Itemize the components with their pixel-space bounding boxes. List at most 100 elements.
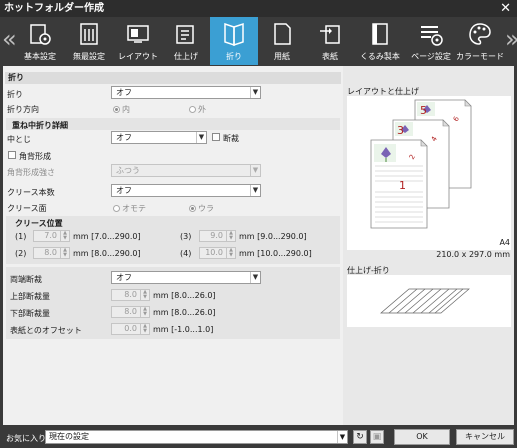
spinner-arrows-icon: ▲ ▼ [140, 324, 149, 334]
perfect-bind-icon [372, 23, 388, 45]
paper-dimensions: 210.0 x 297.0 mm [436, 250, 510, 259]
dropdown-arrow-icon: ▼ [337, 431, 347, 443]
crease-pos-3-input[interactable]: 9.0 ▲ ▼ [199, 230, 236, 242]
scroll-left-icon[interactable]: « [2, 27, 17, 51]
bottom-trim-label: 下部断裁量 [10, 309, 50, 318]
spine-strength-label: 角背形成強さ [7, 168, 55, 177]
radio-label: ウラ [198, 204, 214, 213]
tab-label: 仕上げ [174, 52, 198, 61]
crease-count-value: オフ [116, 186, 132, 195]
spine-forming-checkbox[interactable] [8, 151, 16, 159]
page-number-1: 1 [399, 179, 406, 192]
title-bar: ホットフォルダー作成 ✕ [0, 0, 517, 17]
scroll-right-icon[interactable]: » [505, 27, 517, 51]
save-favorite-button[interactable]: ▣ [370, 430, 384, 444]
refresh-icon: ↻ [356, 432, 364, 442]
tab-label: 基本設定 [24, 52, 56, 61]
radio-crease-back[interactable]: ウラ [189, 203, 214, 214]
crease-count-select[interactable]: オフ ▼ [111, 184, 261, 197]
crease-count-label: クリース本数 [7, 188, 55, 197]
booklet-preview-graphic: 5 6 3 4 1 2 [370, 99, 472, 229]
layout-preview: 5 6 3 4 1 2 [347, 96, 511, 250]
tab-paper[interactable]: 用紙 [258, 17, 306, 65]
top-trim-input[interactable]: 8.0 ▲ ▼ [111, 289, 150, 301]
spinner-arrows-icon: ▲ ▼ [60, 248, 69, 258]
radio-fold-inward[interactable]: 内 [113, 104, 130, 115]
favorites-label: お気に入り [6, 434, 46, 443]
dropdown-arrow-icon: ▼ [250, 87, 260, 98]
paper-size: A4 [499, 238, 510, 247]
tab-cover[interactable]: 表紙 [306, 17, 354, 65]
favorites-select[interactable]: 現在の設定 ▼ [45, 430, 348, 444]
preview-panel: レイアウトと仕上げ 5 6 3 4 1 2 A4 210.0 x 297.0 m… [343, 66, 514, 425]
tab-label: レイアウト [118, 52, 158, 61]
section-header-fold: 折り [5, 72, 341, 84]
favorites-value: 現在の設定 [49, 432, 89, 441]
tab-perfect-bind[interactable]: くるみ製本 [354, 17, 406, 65]
tab-label: くるみ製本 [360, 52, 400, 61]
tab-label: ページ設定 [411, 52, 451, 61]
bottom-trim-range: mm [8.0...26.0] [153, 308, 216, 317]
radio-dot [189, 205, 196, 212]
cancel-button[interactable]: キャンセル [456, 429, 514, 445]
radio-label: 外 [198, 105, 206, 114]
cover-offset-range: mm [-1.0...1.0] [153, 325, 214, 334]
crease-pos-4-value: 10.0 [205, 248, 223, 257]
tab-basic-settings[interactable]: 基本設定 [16, 17, 64, 65]
dropdown-arrow-icon: ▼ [250, 185, 260, 196]
both-edge-trim-label: 両端断裁 [10, 275, 42, 284]
both-edge-trim-select[interactable]: オフ ▼ [111, 271, 261, 284]
radio-crease-front[interactable]: オモテ [113, 203, 146, 214]
toolbar: « 基本設定 無最設定 レイアウト 仕上げ 折り 用紙 表紙 くるみ製本 ページ… [0, 17, 517, 65]
tab-color-mode[interactable]: カラーモード [456, 17, 504, 65]
tab-label: カラーモード [456, 52, 504, 61]
top-trim-label: 上部断裁量 [10, 292, 50, 301]
tab-fold[interactable]: 折り [210, 17, 258, 65]
bottom-trim-input[interactable]: 8.0 ▲ ▼ [111, 306, 150, 318]
fold-select[interactable]: オフ ▼ [111, 86, 261, 99]
radio-label: 内 [122, 105, 130, 114]
dropdown-arrow-icon: ▼ [250, 165, 260, 176]
cover-offset-input[interactable]: 0.0 ▲ ▼ [111, 323, 150, 335]
saddle-stitch-label: 中とじ [7, 135, 31, 144]
spine-strength-select[interactable]: ふつう ▼ [111, 164, 261, 177]
crease-pos-2-input[interactable]: 8.0 ▲ ▼ [33, 247, 70, 259]
page-number-5: 5 [420, 104, 427, 117]
trim-checkbox[interactable] [212, 133, 220, 141]
tab-page-settings[interactable]: ページ設定 [406, 17, 456, 65]
crease-pos-1-value: 7.0 [44, 231, 57, 240]
crease-pos-3-value: 9.0 [210, 231, 223, 240]
tab-layout[interactable]: レイアウト [114, 17, 162, 65]
bottom-bar: お気に入り 現在の設定 ▼ ↻ ▣ OK キャンセル [0, 426, 517, 448]
fold-select-value: オフ [116, 88, 132, 97]
fold-settings: 折り 折り オフ ▼ 折り方向 内 外 重ね中折り詳細 中とじ オフ ▼ 断裁 … [3, 66, 343, 425]
spine-forming-label: 角背形成 [19, 152, 51, 161]
crease-position-title: クリース位置 [15, 219, 63, 228]
saddle-stitch-select[interactable]: オフ ▼ [111, 131, 207, 144]
tab-image-settings[interactable]: 無最設定 [64, 17, 114, 65]
tab-finishing[interactable]: 仕上げ [162, 17, 210, 65]
trim-checkbox-label: 断裁 [223, 134, 239, 143]
settings-panel: 折り 折り オフ ▼ 折り方向 内 外 重ね中折り詳細 中とじ オフ ▼ 断裁 … [3, 66, 514, 425]
tab-label: 表紙 [322, 52, 338, 61]
crease-pos-4-range: mm [10.0...290.0] [239, 249, 312, 258]
crease-pos-1-input[interactable]: 7.0 ▲ ▼ [33, 230, 70, 242]
image-settings-icon [80, 23, 98, 45]
radio-fold-outward[interactable]: 外 [189, 104, 206, 115]
crease-pos-4-input[interactable]: 10.0 ▲ ▼ [199, 247, 236, 259]
radio-label: オモテ [122, 204, 146, 213]
radio-dot [113, 106, 120, 113]
radio-dot [189, 106, 196, 113]
ok-button[interactable]: OK [394, 429, 450, 445]
radio-dot [113, 205, 120, 212]
tab-label: 用紙 [274, 52, 290, 61]
crease-pos-3-range: mm [9.0...290.0] [239, 232, 307, 241]
dropdown-arrow-icon: ▼ [196, 132, 206, 143]
page-settings-icon [421, 26, 443, 46]
fold-icon [224, 22, 244, 47]
spinner-arrows-icon: ▲ ▼ [226, 231, 235, 241]
refresh-button[interactable]: ↻ [353, 430, 367, 444]
dropdown-arrow-icon: ▼ [250, 272, 260, 283]
cover-icon [320, 25, 340, 44]
close-icon[interactable]: ✕ [500, 0, 511, 17]
